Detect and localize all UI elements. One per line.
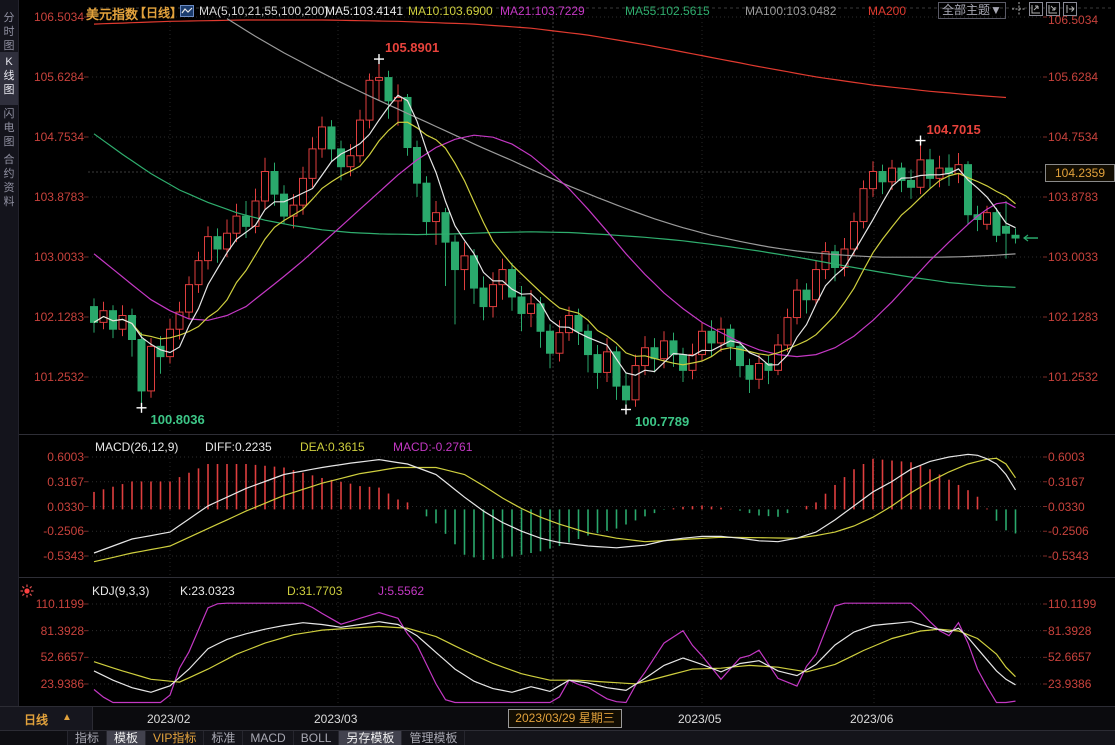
date-axis-label: 2023/05 bbox=[678, 712, 721, 726]
macd-axis-label-right: 0.3167 bbox=[1048, 475, 1085, 489]
kdj-axis-label-right: 52.6657 bbox=[1048, 650, 1091, 664]
extreme-price-annotation: 104.7015 bbox=[927, 122, 981, 137]
kdj-axis-label-left: 81.3928 bbox=[22, 624, 84, 638]
extreme-price-annotation: 105.8901 bbox=[385, 40, 439, 55]
bottom-tabbar: 指标模板VIP指标标准MACDBOLL另存模板管理模板 bbox=[0, 730, 1115, 745]
kdj-axis-label-right: 23.9386 bbox=[1048, 677, 1091, 691]
macd-axis-label-left: 0.6003 bbox=[22, 450, 84, 464]
price-axis-label-right: 102.1283 bbox=[1048, 310, 1098, 324]
header-ma-value-3: MA21:103.7229 bbox=[500, 4, 585, 18]
bottom-tab-7[interactable]: 另存模板 bbox=[339, 731, 402, 745]
period-tag: 【日线】 bbox=[134, 4, 182, 21]
price-axis-label-right: 103.0033 bbox=[1048, 250, 1098, 264]
ma-group-label: MA(5,10,21,55,100,200) bbox=[199, 4, 328, 18]
period-arrow-icon: ▲ bbox=[62, 712, 72, 723]
crosshair-date-tag: 2023/03/29 星期三 bbox=[508, 709, 622, 728]
price-axis-label-left: 102.1283 bbox=[22, 310, 84, 324]
sidebar-item-char: 分 bbox=[0, 11, 18, 25]
sidebar-item-char: 图 bbox=[0, 83, 18, 97]
sidebar-item-2[interactable]: K线图 bbox=[0, 52, 18, 105]
sidebar-item-char: 合 bbox=[0, 153, 18, 167]
kdj-beacon-icon[interactable] bbox=[20, 584, 34, 603]
price-axis-label-right: 101.2532 bbox=[1048, 370, 1098, 384]
sidebar-item-4[interactable]: 合约资料 bbox=[0, 150, 18, 217]
sidebar-item-char: 资 bbox=[0, 181, 18, 195]
macd-axis-label-right: 0.0330 bbox=[1048, 500, 1085, 514]
kdj-j-value: J:5.5562 bbox=[378, 584, 424, 598]
macd-title: MACD(26,12,9) bbox=[95, 440, 178, 454]
kline-chart-icon bbox=[180, 4, 194, 22]
header-ma-value-4: MA55:102.5615 bbox=[625, 4, 710, 18]
macd-diff-value: DIFF:0.2235 bbox=[205, 440, 272, 454]
crosshair-icon[interactable] bbox=[1012, 2, 1026, 21]
macd-axis-label-left: -0.5343 bbox=[22, 549, 84, 563]
sidebar-item-char: 电 bbox=[0, 121, 18, 135]
sidebar-item-char: 约 bbox=[0, 167, 18, 181]
bottom-tab-2[interactable]: 模板 bbox=[107, 731, 146, 745]
theme-dropdown-button[interactable]: 全部主题▼ bbox=[938, 2, 1006, 19]
price-axis-label-left: 103.8783 bbox=[22, 190, 84, 204]
extreme-price-annotation: 100.7789 bbox=[635, 414, 689, 429]
bottom-tab-8[interactable]: 管理模板 bbox=[402, 731, 465, 745]
sidebar-item-char: 料 bbox=[0, 195, 18, 209]
kdj-axis-label-left: 23.9386 bbox=[22, 677, 84, 691]
extreme-price-annotation: 100.8036 bbox=[151, 412, 205, 427]
sidebar-item-char: 线 bbox=[0, 69, 18, 83]
kdj-axis-label-right: 110.1199 bbox=[1048, 597, 1096, 611]
sidebar-item-char: 闪 bbox=[0, 107, 18, 121]
price-axis-label-right: 105.6284 bbox=[1048, 70, 1098, 84]
macd-axis-label-right: -0.2506 bbox=[1048, 524, 1089, 538]
bottom-tab-3[interactable]: VIP指标 bbox=[146, 731, 204, 745]
crosshair-price-tag: 104.2359 bbox=[1045, 164, 1115, 182]
price-axis-label-left: 101.2532 bbox=[22, 370, 84, 384]
bottom-tab-1[interactable]: 指标 bbox=[68, 731, 107, 745]
macd-axis-label-right: 0.6003 bbox=[1048, 450, 1085, 464]
kdj-axis-label-left: 52.6657 bbox=[22, 650, 84, 664]
header-ma-value-5: MA100:103.0482 bbox=[745, 4, 836, 18]
kdj-k-value: K:23.0323 bbox=[180, 584, 235, 598]
trading-app-window: 分时图K线图闪电图合约资料 美元指数 【日线】 MA(5,10,21,55,10… bbox=[0, 0, 1115, 745]
scale-right-icon[interactable] bbox=[1046, 2, 1060, 21]
macd-dea-value: DEA:0.3615 bbox=[300, 440, 365, 454]
date-axis-label: 2023/02 bbox=[147, 712, 190, 726]
macd-axis-label-left: -0.2506 bbox=[22, 524, 84, 538]
price-axis-label-left: 104.7534 bbox=[22, 130, 84, 144]
bottom-tab-5[interactable]: MACD bbox=[243, 731, 293, 745]
date-axis-label: 2023/03 bbox=[314, 712, 357, 726]
pan-right-icon[interactable] bbox=[1063, 2, 1077, 21]
price-axis-label-right: 104.7534 bbox=[1048, 130, 1098, 144]
scale-left-icon[interactable] bbox=[1029, 2, 1043, 21]
chart-canvas[interactable] bbox=[0, 0, 1115, 745]
tabbar-spacer bbox=[0, 731, 68, 745]
price-axis-label-right: 103.8783 bbox=[1048, 190, 1098, 204]
kdj-title: KDJ(9,3,3) bbox=[92, 584, 149, 598]
kdj-axis-label-right: 81.3928 bbox=[1048, 624, 1091, 638]
macd-axis-label-right: -0.5343 bbox=[1048, 549, 1089, 563]
header-ma-value-2: MA10:103.6900 bbox=[408, 4, 493, 18]
header-ma-value-1: MA5:103.4141 bbox=[325, 4, 403, 18]
macd-value: MACD:-0.2761 bbox=[393, 440, 472, 454]
macd-axis-label-left: 0.0330 bbox=[22, 500, 84, 514]
header-ma-value-6: MA200 bbox=[868, 4, 906, 18]
left-sidebar: 分时图K线图闪电图合约资料 bbox=[0, 0, 19, 745]
price-axis-label-left: 105.6284 bbox=[22, 70, 84, 84]
sidebar-item-char: 时 bbox=[0, 25, 18, 39]
sidebar-item-char: 图 bbox=[0, 135, 18, 149]
sidebar-item-char: 图 bbox=[0, 39, 18, 53]
period-label: 日线 bbox=[24, 711, 48, 728]
date-axis-bar: 日线 ▲ 2023/02 2023/03 2023/05 2023/06 2023/0… bbox=[0, 706, 1115, 731]
date-axis-label: 2023/06 bbox=[850, 712, 893, 726]
bottom-tab-4[interactable]: 标准 bbox=[204, 731, 243, 745]
bottom-tab-6[interactable]: BOLL bbox=[294, 731, 340, 745]
sidebar-item-char: K bbox=[0, 55, 18, 69]
period-selector[interactable]: 日线 ▲ bbox=[0, 707, 93, 730]
symbol-title: 美元指数 bbox=[86, 4, 138, 23]
price-axis-label-left: 106.5034 bbox=[22, 10, 84, 24]
kdj-d-value: D:31.7703 bbox=[287, 584, 342, 598]
macd-axis-label-left: 0.3167 bbox=[22, 475, 84, 489]
price-axis-label-left: 103.0033 bbox=[22, 250, 84, 264]
